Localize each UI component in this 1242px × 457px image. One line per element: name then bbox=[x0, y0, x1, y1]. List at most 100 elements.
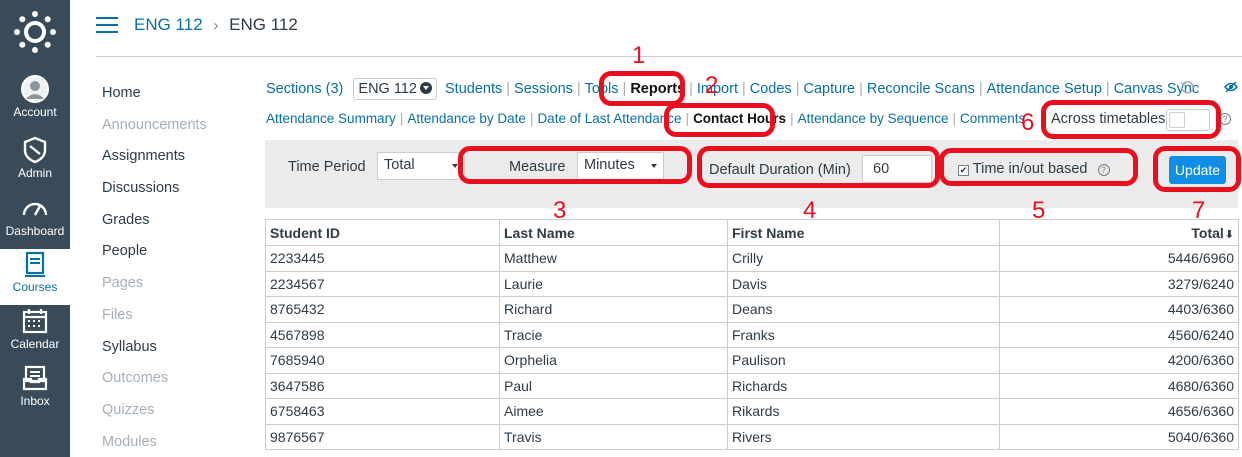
course-nav-home[interactable]: Home bbox=[102, 84, 242, 116]
cell-last-name: Laurie bbox=[499, 270, 728, 297]
tab-sessions[interactable]: Sessions bbox=[514, 81, 573, 97]
course-nav-discussions[interactable]: Discussions bbox=[102, 179, 242, 211]
canvas-logo-icon[interactable] bbox=[13, 10, 57, 54]
global-nav-account[interactable]: Account bbox=[0, 74, 70, 130]
table-row: 4567898 Tracie Franks 4560/6240 bbox=[265, 321, 1239, 348]
tab-attendance-by-date[interactable]: Attendance by Date bbox=[407, 111, 526, 126]
table-row: 9876567 Travis Rivers 5040/6360 bbox=[265, 423, 1239, 450]
breadcrumb-course-link[interactable]: ENG 112 bbox=[134, 15, 203, 34]
cell-first-name: Rikards bbox=[727, 398, 1000, 425]
course-nav-syllabus[interactable]: Syllabus bbox=[102, 338, 242, 370]
tab-date-of-last-attendance[interactable]: Date of Last Attendance bbox=[537, 111, 681, 126]
global-nav-inbox[interactable]: Inbox bbox=[0, 363, 70, 419]
cell-total: 5446/6960 bbox=[999, 245, 1239, 272]
global-nav-inbox-label: Inbox bbox=[20, 394, 50, 408]
column-header-last-name[interactable]: Last Name bbox=[499, 219, 728, 246]
cell-total: 3279/6240 bbox=[999, 270, 1239, 297]
download-icon[interactable]: ⬇ bbox=[1225, 229, 1234, 241]
table-row: 3647586 Paul Richards 4680/6360 bbox=[265, 372, 1239, 399]
course-nav-outcomes: Outcomes bbox=[102, 370, 169, 387]
annotation-box-5 bbox=[939, 148, 1138, 186]
annotation-box-3 bbox=[458, 146, 692, 184]
global-nav-dashboard[interactable]: Dashboard bbox=[0, 193, 70, 249]
cell-student-id: 2233445 bbox=[265, 245, 500, 272]
table-row: 2234567 Laurie Davis 3279/6240 bbox=[265, 270, 1239, 297]
global-nav-courses[interactable]: Courses bbox=[0, 249, 70, 305]
tab-reconcile-scans[interactable]: Reconcile Scans bbox=[867, 81, 975, 97]
column-header-first-name[interactable]: First Name bbox=[727, 219, 1000, 246]
cell-last-name: Paul bbox=[499, 372, 728, 399]
admin-icon bbox=[23, 136, 47, 164]
breadcrumb: ENG 112 › ENG 112 bbox=[134, 15, 298, 35]
cell-last-name: Orphelia bbox=[499, 347, 728, 374]
tab-codes[interactable]: Codes bbox=[750, 81, 792, 97]
global-nav-dashboard-label: Dashboard bbox=[5, 224, 65, 238]
column-header-total-label: Total bbox=[1191, 224, 1224, 241]
annotation-number-6: 6 bbox=[1021, 109, 1035, 136]
cell-total: 5040/6360 bbox=[999, 423, 1239, 450]
time-period-label: Time Period bbox=[288, 159, 366, 175]
report-tabs: Attendance Summary | Attendance by Date | Da… bbox=[266, 111, 1026, 126]
header-divider bbox=[96, 56, 1242, 57]
courses-icon bbox=[25, 251, 45, 277]
cell-first-name: Franks bbox=[727, 321, 1000, 348]
cell-last-name: Matthew bbox=[499, 245, 728, 272]
global-nav-courses-label: Courses bbox=[12, 280, 58, 294]
cell-student-id: 9876567 bbox=[265, 423, 500, 450]
time-period-value: Total bbox=[384, 157, 415, 173]
cell-last-name: Aimee bbox=[499, 398, 728, 425]
cell-total: 4560/6240 bbox=[999, 321, 1239, 348]
global-nav-admin[interactable]: Admin bbox=[0, 135, 70, 191]
course-nav-assignments[interactable]: Assignments bbox=[102, 147, 242, 179]
table-row: 7685940 Orphelia Paulison 4200/6360 bbox=[265, 347, 1239, 374]
tab-capture[interactable]: Capture bbox=[803, 81, 855, 97]
annotation-box-2 bbox=[664, 103, 775, 137]
table-row: 8765432 Richard Deans 4403/6360 bbox=[265, 296, 1239, 323]
cell-total: 4680/6360 bbox=[999, 372, 1239, 399]
course-nav-people[interactable]: People bbox=[102, 242, 242, 274]
annotation-number-2: 2 bbox=[705, 72, 719, 99]
annotation-box-7 bbox=[1153, 146, 1241, 192]
course-nav: Home Announcements Assignments Discussio… bbox=[102, 84, 242, 457]
cell-student-id: 3647586 bbox=[265, 372, 500, 399]
cell-total: 4403/6360 bbox=[999, 296, 1239, 323]
cell-first-name: Deans bbox=[727, 296, 1000, 323]
breadcrumb-separator: › bbox=[213, 17, 219, 34]
cell-first-name: Rivers bbox=[727, 423, 1000, 450]
dashboard-icon bbox=[22, 202, 48, 216]
tab-attendance-by-sequence[interactable]: Attendance by Sequence bbox=[798, 111, 949, 126]
contact-hours-table: Student ID Last Name First Name Total⬇ 2… bbox=[265, 219, 1239, 450]
course-nav-files: Files bbox=[102, 306, 133, 323]
cell-student-id: 7685940 bbox=[265, 347, 500, 374]
annotation-number-7: 7 bbox=[1192, 197, 1206, 224]
section-select[interactable]: ENG 112 bbox=[353, 78, 437, 100]
history-icon[interactable] bbox=[1180, 80, 1194, 94]
tab-attendance-setup[interactable]: Attendance Setup bbox=[987, 81, 1102, 97]
time-period-select[interactable]: Total bbox=[377, 152, 465, 180]
cell-student-id: 4567898 bbox=[265, 321, 500, 348]
cell-first-name: Paulison bbox=[727, 347, 1000, 374]
course-nav-announcements: Announcements bbox=[102, 116, 207, 133]
column-header-student-id[interactable]: Student ID bbox=[265, 219, 500, 246]
global-nav-calendar[interactable]: Calendar bbox=[0, 306, 70, 362]
tab-students[interactable]: Students bbox=[445, 81, 502, 97]
annotation-number-4: 4 bbox=[803, 197, 817, 224]
course-nav-quizzes: Quizzes bbox=[102, 401, 155, 418]
global-nav-calendar-label: Calendar bbox=[10, 337, 60, 351]
table-row: 6758463 Aimee Rikards 4656/6360 bbox=[265, 398, 1239, 425]
table-row: 2233445 Matthew Crilly 5446/6960 bbox=[265, 245, 1239, 272]
section-select-value: ENG 112 bbox=[358, 81, 417, 97]
tab-sections[interactable]: Sections (3) bbox=[266, 81, 343, 97]
tab-attendance-summary[interactable]: Attendance Summary bbox=[266, 111, 396, 126]
chevron-down-icon bbox=[419, 82, 432, 94]
tool-tabs: Sections (3) ENG 112 Students | Sessions | T… bbox=[266, 78, 1199, 100]
eye-icon[interactable] bbox=[1224, 81, 1238, 93]
inbox-icon bbox=[22, 365, 48, 391]
cell-student-id: 6758463 bbox=[265, 398, 500, 425]
course-nav-grades[interactable]: Grades bbox=[102, 211, 242, 243]
tab-comments[interactable]: Comments bbox=[960, 111, 1025, 126]
global-nav-admin-label: Admin bbox=[17, 166, 52, 180]
annotation-number-3: 3 bbox=[553, 197, 567, 224]
annotation-box-1 bbox=[599, 71, 685, 106]
hamburger-menu-icon[interactable] bbox=[96, 17, 118, 33]
